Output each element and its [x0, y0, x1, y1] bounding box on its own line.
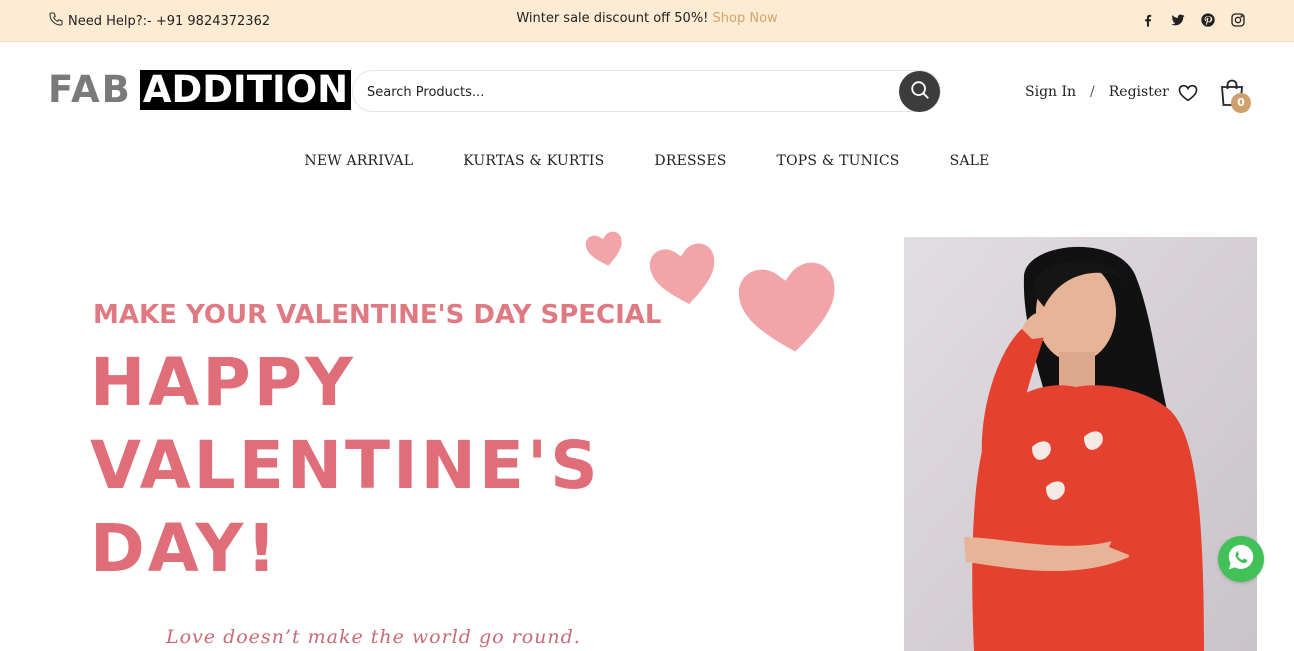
account-links: Sign In / Register — [1025, 84, 1169, 100]
logo-fab: FAB — [48, 68, 132, 111]
hero-title-line-3: DAY! — [90, 510, 280, 587]
hero-kicker: MAKE YOUR VALENTINE'S DAY SPECIAL — [93, 300, 662, 330]
top-bar: Need Help?:- +91 9824372362 Winter sale … — [0, 0, 1294, 42]
search-bar — [352, 70, 941, 112]
pinterest-icon[interactable] — [1200, 12, 1216, 28]
search-button[interactable] — [899, 71, 940, 112]
account-separator: / — [1090, 84, 1095, 100]
nav-kurtas-kurtis[interactable]: KURTAS & KURTIS — [463, 153, 604, 169]
facebook-icon[interactable] — [1140, 12, 1156, 28]
twitter-icon[interactable] — [1170, 12, 1186, 28]
nav-tops-tunics[interactable]: TOPS & TUNICS — [777, 153, 900, 169]
nav-new-arrival[interactable]: NEW ARRIVAL — [304, 153, 413, 169]
site-logo[interactable]: FAB ADDITION — [48, 68, 352, 111]
sign-in-link[interactable]: Sign In — [1025, 84, 1076, 100]
wishlist-heart-icon[interactable] — [1177, 82, 1199, 104]
model-photo — [904, 237, 1257, 651]
instagram-icon[interactable] — [1230, 12, 1246, 28]
cart-count-badge: 0 — [1231, 93, 1251, 113]
search-input[interactable] — [367, 81, 887, 103]
heart-small-icon — [585, 231, 622, 266]
nav-sale[interactable]: SALE — [950, 153, 990, 169]
social-links — [1140, 12, 1246, 28]
hero-banner[interactable]: MAKE YOUR VALENTINE'S DAY SPECIAL HAPPY … — [0, 200, 1294, 651]
hero-title-line-2: VALENTINE'S — [90, 427, 601, 504]
logo-addition: ADDITION — [139, 70, 352, 110]
search-icon — [909, 79, 931, 105]
hero-tagline: Love doesn’t make the world go round. — [166, 626, 581, 648]
shop-now-link[interactable]: Shop Now — [713, 11, 778, 26]
hero-title-line-1: HAPPY — [90, 344, 356, 421]
heart-large-icon — [738, 262, 835, 352]
promo-text: Winter sale discount off 50%! — [516, 11, 709, 26]
main-nav: NEW ARRIVAL KURTAS & KURTIS DRESSES TOPS… — [0, 153, 1294, 169]
nav-dresses[interactable]: DRESSES — [654, 153, 726, 169]
whatsapp-chat-button[interactable] — [1218, 536, 1264, 582]
promo-banner: Winter sale discount off 50%! Shop Now — [0, 11, 1294, 26]
register-link[interactable]: Register — [1109, 84, 1169, 100]
heart-medium-icon — [649, 243, 715, 304]
whatsapp-icon — [1226, 542, 1256, 576]
